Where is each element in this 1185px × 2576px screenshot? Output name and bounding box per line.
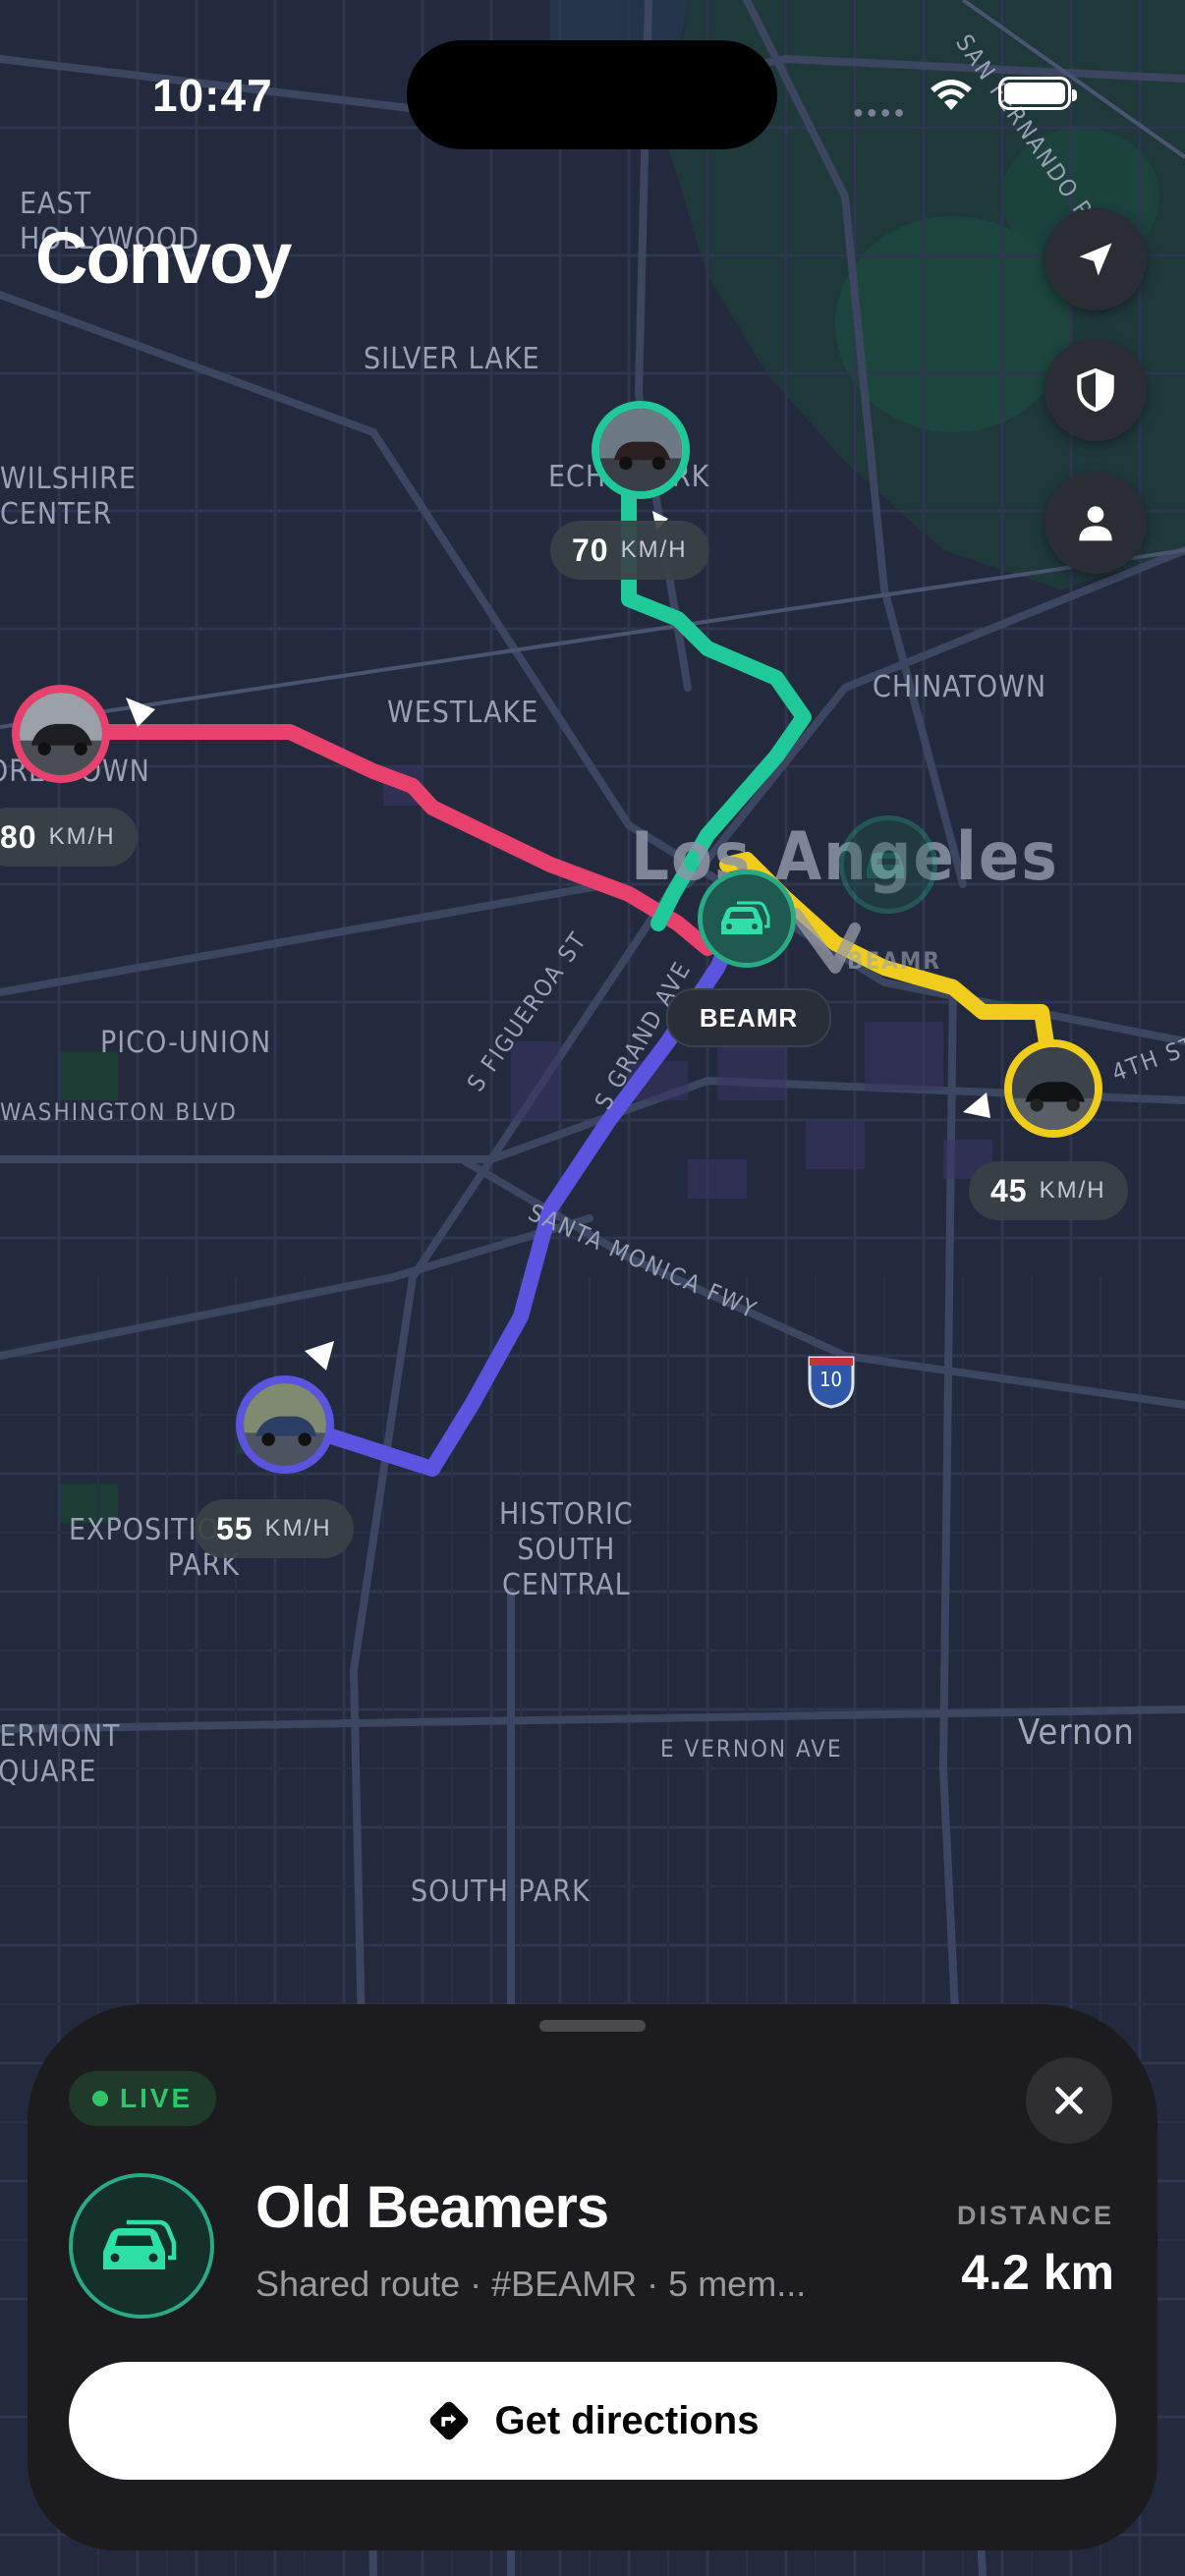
speed-value: 70 <box>572 532 609 568</box>
speed-badge-green: 70 KM/H <box>550 521 709 580</box>
wifi-icon <box>931 80 972 110</box>
close-icon <box>1055 2087 1083 2114</box>
street-e-vernon-ave: E VERNON AVE <box>660 1735 843 1763</box>
live-dot-icon <box>92 2091 108 2106</box>
map-label-vernon: Vernon <box>1018 1712 1135 1753</box>
speed-value: 55 <box>216 1510 254 1546</box>
map-label-historic-south-central: HISTORIC SOUTH CENTRAL <box>499 1497 634 1602</box>
battery-icon <box>998 77 1077 110</box>
group-avatar[interactable] <box>69 2173 214 2319</box>
car-marker-pink[interactable] <box>12 685 110 783</box>
group-ghost-label: BEAMR <box>847 947 942 975</box>
car-marker-yellow[interactable] <box>1004 1039 1102 1138</box>
group-pin[interactable] <box>698 869 796 968</box>
car-photo-icon <box>1012 1047 1095 1130</box>
close-button[interactable] <box>1026 2057 1112 2144</box>
get-directions-button[interactable]: Get directions <box>69 2362 1116 2480</box>
speed-unit: KM/H <box>48 823 116 850</box>
get-directions-label: Get directions <box>494 2398 760 2442</box>
map-label-wilshire-center: WILSHIRE CENTER <box>0 462 137 532</box>
dynamic-island <box>407 40 777 149</box>
map-label-south-park: SOUTH PARK <box>411 1875 591 1909</box>
speed-badge-purple: 55 KM/H <box>195 1499 354 1558</box>
location-arrow-icon <box>1079 243 1112 276</box>
distance-value: 4.2 km <box>961 2245 1114 2300</box>
interstate-number: 10 <box>819 1368 842 1391</box>
car-marker-green[interactable] <box>592 401 690 499</box>
speed-badge-yellow: 45 KM/H <box>969 1161 1128 1220</box>
person-icon <box>1079 506 1112 541</box>
group-pin-ghost[interactable] <box>839 815 937 914</box>
speed-badge-pink: 80 KM/H <box>0 808 138 867</box>
cars-icon <box>721 901 770 934</box>
app-title: Convoy <box>35 217 292 299</box>
cars-icon <box>103 2219 177 2269</box>
speed-unit: KM/H <box>1039 1177 1106 1204</box>
distance-label: DISTANCE <box>956 2201 1114 2230</box>
car-marker-purple[interactable] <box>236 1375 334 1474</box>
speed-unit: KM/H <box>620 536 688 563</box>
group-subtitle: Shared route · #BEAMR · 5 mem... <box>255 2264 807 2304</box>
map-label-westlake: WESTLAKE <box>387 696 539 730</box>
map-label-chinatown: CHINATOWN <box>873 670 1047 704</box>
group-name: Old Beamers <box>255 2174 609 2240</box>
street-washington-blvd: WASHINGTON BLVD <box>0 1098 238 1126</box>
shield-icon <box>1077 368 1114 412</box>
live-badge: LIVE <box>69 2071 217 2126</box>
locate-button[interactable] <box>1044 208 1147 310</box>
privacy-button[interactable] <box>1044 339 1147 441</box>
map-label-vermont-square: VERMONT SQUARE <box>0 1719 121 1789</box>
speed-value: 45 <box>990 1172 1028 1208</box>
sheet-grabber[interactable] <box>539 2020 646 2032</box>
live-label: LIVE <box>120 2083 194 2113</box>
group-pin-label: BEAMR <box>666 988 831 1047</box>
signal-dots-icon: ●●●● <box>853 102 908 122</box>
profile-button[interactable] <box>1044 472 1147 574</box>
map-label-silver-lake: SILVER LAKE <box>364 342 540 376</box>
speed-value: 80 <box>0 818 37 855</box>
car-photo-icon <box>244 1383 326 1466</box>
map-label-pico-union: PICO-UNION <box>100 1026 272 1060</box>
directions-icon <box>429 2401 468 2440</box>
cars-icon <box>867 853 904 878</box>
car-photo-icon <box>599 409 682 491</box>
speed-unit: KM/H <box>264 1515 332 1541</box>
status-time: 10:47 <box>152 70 273 121</box>
car-photo-icon <box>20 693 102 775</box>
group-bottom-sheet[interactable]: LIVE Old Beamers Shared route · #BEAMR ·… <box>28 2004 1157 2550</box>
